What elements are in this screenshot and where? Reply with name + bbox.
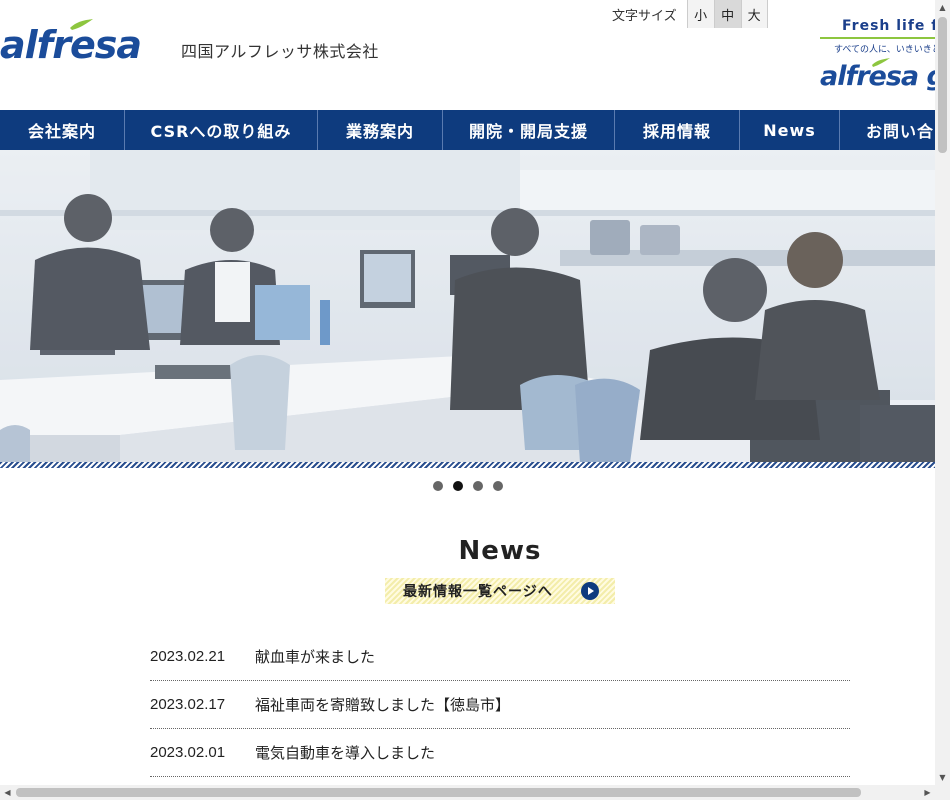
news-title-link[interactable]: 献血車が来ました	[255, 646, 850, 667]
font-size-large-button[interactable]: 大	[740, 0, 768, 28]
news-item[interactable]: 2023.02.01 電気自動車を導入しました	[150, 729, 850, 777]
font-size-medium-button[interactable]: 中	[713, 0, 741, 28]
vertical-scroll-thumb[interactable]	[938, 17, 947, 153]
nav-news[interactable]: News	[740, 110, 840, 150]
nav-business[interactable]: 業務案内	[318, 110, 443, 150]
news-date: 2023.02.17	[150, 696, 226, 713]
news-list-link-label: 最新情報一覧ページへ	[403, 584, 553, 600]
horizontal-scrollbar[interactable]: ◀ ▶	[0, 785, 950, 800]
news-list: 2023.02.21 献血車が来ました 2023.02.17 福祉車両を寄贈致し…	[150, 633, 850, 777]
triangle-up-icon[interactable]: ▲	[935, 0, 950, 15]
nav-contact[interactable]: お問い合	[840, 110, 935, 150]
slider-pagination	[0, 481, 935, 491]
site-header: alfresa 四国アルフレッサ株式会社 文字サイズ 小 中 大 Fresh l…	[0, 0, 935, 110]
alfresa-group-banner[interactable]: Fresh life for すべての人に、いきいきと alfresa g	[820, 18, 935, 98]
news-title-link[interactable]: 福祉車両を寄贈致しました【徳島市】	[255, 694, 850, 715]
triangle-right-icon[interactable]: ▶	[920, 785, 935, 800]
alfresa-logo-mark: alfresa	[0, 19, 142, 62]
fresh-subtitle: すべての人に、いきいきと	[834, 45, 935, 55]
slider-dot-4[interactable]	[492, 481, 503, 491]
svg-text:alfresa: alfresa	[0, 23, 141, 62]
nav-company[interactable]: 会社案内	[0, 110, 125, 150]
nav-opening-support[interactable]: 開院・開局支援	[443, 110, 615, 150]
news-list-link[interactable]: 最新情報一覧ページへ	[385, 578, 615, 604]
slider-dot-2[interactable]	[452, 481, 463, 491]
office-photo	[0, 150, 935, 463]
news-date: 2023.02.21	[150, 648, 226, 665]
hero-bottom-stripe	[0, 462, 935, 468]
slider-dot-1[interactable]	[432, 481, 443, 491]
slider-dot-3[interactable]	[472, 481, 483, 491]
circle-arrow-right-icon	[581, 582, 599, 600]
vertical-scrollbar[interactable]: ▲ ▼	[935, 0, 950, 785]
alfresa-logo[interactable]: alfresa	[0, 16, 165, 62]
news-title-link[interactable]: 電気自動車を導入しました	[255, 742, 850, 763]
horizontal-scroll-thumb[interactable]	[16, 788, 861, 797]
triangle-down-icon[interactable]: ▼	[935, 770, 950, 785]
global-nav: 会社案内 CSRへの取り組み 業務案内 開院・開局支援 採用情報 News お問…	[0, 110, 935, 150]
alfresa-group-logo: alfresa g	[820, 58, 935, 92]
news-date: 2023.02.01	[150, 744, 226, 761]
fresh-title: Fresh life for	[842, 18, 935, 34]
company-name: 四国アルフレッサ株式会社	[181, 42, 379, 61]
font-size-switcher: 文字サイズ 小 中 大	[604, 0, 768, 28]
svg-text:alfresa g: alfresa g	[820, 61, 935, 91]
news-item[interactable]: 2023.02.21 献血車が来ました	[150, 633, 850, 681]
font-size-small-button[interactable]: 小	[686, 0, 714, 28]
triangle-left-icon[interactable]: ◀	[0, 785, 15, 800]
nav-recruit[interactable]: 採用情報	[615, 110, 740, 150]
news-item[interactable]: 2023.02.17 福祉車両を寄贈致しました【徳島市】	[150, 681, 850, 729]
nav-csr[interactable]: CSRへの取り組み	[125, 110, 318, 150]
font-size-label: 文字サイズ	[612, 8, 677, 24]
fresh-divider	[820, 37, 935, 39]
news-heading: News	[458, 536, 542, 566]
hero-slider-image[interactable]	[0, 150, 935, 463]
